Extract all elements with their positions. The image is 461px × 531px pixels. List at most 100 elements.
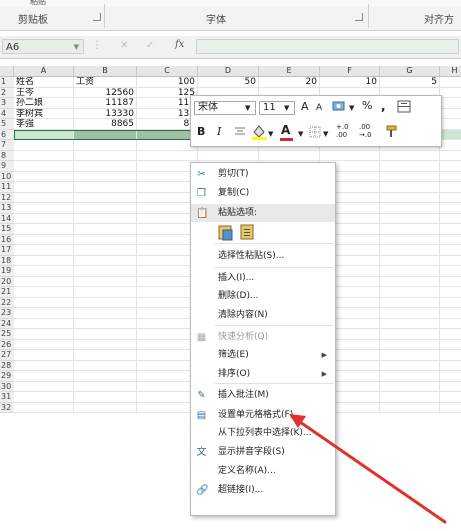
chevron-down-icon[interactable]: ▼ <box>284 101 289 115</box>
cell[interactable]: 100 <box>137 77 198 88</box>
cell[interactable] <box>74 360 137 371</box>
cell[interactable] <box>380 213 440 224</box>
cancel-icon[interactable]: ✕ <box>120 40 128 51</box>
cell[interactable] <box>14 150 74 161</box>
menu-item[interactable]: 选择性粘贴(S)... <box>191 247 335 265</box>
cell[interactable]: 50 <box>198 77 259 88</box>
borders-icon[interactable] <box>309 126 321 143</box>
row-header[interactable]: 27 <box>0 350 14 361</box>
cell[interactable] <box>74 371 137 382</box>
row-header[interactable]: 1 <box>0 77 14 88</box>
cell[interactable] <box>137 213 198 224</box>
cell[interactable] <box>14 297 74 308</box>
cell[interactable]: 8865 <box>74 119 137 130</box>
select-all-corner[interactable] <box>0 66 14 76</box>
insert-function-icon[interactable]: fx <box>175 39 184 50</box>
cell[interactable]: 133 <box>137 108 198 119</box>
cell[interactable] <box>440 392 461 403</box>
cell[interactable] <box>440 77 461 88</box>
row-header[interactable]: 7 <box>0 140 14 151</box>
cell[interactable] <box>74 203 137 214</box>
cell[interactable] <box>74 245 137 256</box>
cell[interactable] <box>440 214 461 224</box>
cell[interactable] <box>74 182 137 193</box>
cell[interactable] <box>14 392 74 403</box>
column-header-e[interactable]: E <box>259 66 320 76</box>
align-center-icon[interactable] <box>234 126 246 142</box>
row-header[interactable]: 6 <box>0 129 14 140</box>
clipboard-dialog-launcher[interactable] <box>93 13 101 21</box>
cell[interactable] <box>440 361 461 371</box>
cell[interactable] <box>259 150 320 161</box>
comma-style-button[interactable]: , <box>381 99 386 113</box>
row-header[interactable]: 13 <box>0 203 14 214</box>
row-header[interactable]: 18 <box>0 255 14 266</box>
row-header[interactable]: 19 <box>0 266 14 277</box>
enter-icon[interactable]: ✓ <box>146 40 154 51</box>
cell[interactable] <box>440 340 461 350</box>
format-painter-icon[interactable] <box>385 125 399 143</box>
row-header[interactable]: 25 <box>0 329 14 340</box>
cell[interactable] <box>380 297 440 308</box>
cell[interactable] <box>74 392 137 403</box>
chevron-down-icon[interactable]: ▼ <box>349 101 354 115</box>
cell[interactable] <box>440 245 461 256</box>
cell[interactable] <box>440 161 461 172</box>
cell[interactable] <box>380 339 440 350</box>
cell[interactable] <box>440 119 461 130</box>
row-header[interactable]: 17 <box>0 245 14 256</box>
grow-font-button[interactable]: A <box>301 100 309 114</box>
row-header[interactable]: 10 <box>0 171 14 182</box>
menu-item[interactable]: ❐ 复制(C) <box>191 184 335 202</box>
fill-color-icon[interactable] <box>251 123 267 146</box>
row-header[interactable]: 29 <box>0 371 14 382</box>
cell[interactable]: 姓名 <box>14 77 74 88</box>
cell[interactable] <box>14 276 74 287</box>
cell[interactable] <box>380 360 440 371</box>
cell[interactable] <box>74 318 137 329</box>
cell[interactable]: 孙二娘 <box>14 98 74 109</box>
menu-item[interactable]: 插入(I)... <box>191 269 335 287</box>
cell[interactable] <box>380 329 440 340</box>
decrease-decimal-button[interactable]: .00 →.0 <box>359 123 377 139</box>
row-header[interactable]: 2 <box>0 87 14 98</box>
cell[interactable] <box>14 360 74 371</box>
cell[interactable] <box>440 235 461 245</box>
cell[interactable] <box>137 234 198 245</box>
cell[interactable] <box>14 171 74 182</box>
bold-button[interactable]: B <box>197 125 205 139</box>
chevron-down-icon[interactable]: ▼ <box>245 101 250 115</box>
cell[interactable] <box>440 319 461 329</box>
menu-item[interactable]: ✂ 剪切(T) <box>191 165 335 183</box>
row-header[interactable]: 8 <box>0 150 14 161</box>
cell[interactable] <box>14 182 74 193</box>
cell[interactable] <box>440 329 461 340</box>
cell[interactable] <box>137 329 198 340</box>
cell[interactable] <box>380 402 440 413</box>
cell[interactable] <box>440 193 461 203</box>
cell[interactable] <box>320 150 380 161</box>
cell[interactable] <box>137 402 198 413</box>
cell[interactable] <box>74 297 137 308</box>
cell[interactable] <box>74 276 137 287</box>
cell[interactable] <box>74 329 137 340</box>
cell[interactable] <box>440 308 461 319</box>
row-header[interactable]: 32 <box>0 402 14 413</box>
cell[interactable] <box>14 350 74 361</box>
menu-item[interactable]: 文 显示拼音字段(S) <box>191 443 335 461</box>
cell[interactable] <box>137 297 198 308</box>
menu-item[interactable]: ▤ 设置单元格格式(F)... <box>191 406 335 424</box>
cell[interactable] <box>137 371 198 382</box>
cell[interactable] <box>14 192 74 203</box>
cell[interactable] <box>440 182 461 193</box>
cell[interactable] <box>440 88 461 98</box>
percent-style-button[interactable]: % <box>362 99 372 113</box>
cell[interactable]: 88 <box>137 119 198 130</box>
cell[interactable] <box>137 308 198 319</box>
cell[interactable]: 125 <box>137 87 198 98</box>
cell[interactable] <box>380 266 440 277</box>
menu-item[interactable]: 定义名称(A)... <box>191 462 335 480</box>
cell[interactable] <box>380 350 440 361</box>
cell[interactable] <box>137 140 198 151</box>
cell[interactable] <box>74 171 137 182</box>
